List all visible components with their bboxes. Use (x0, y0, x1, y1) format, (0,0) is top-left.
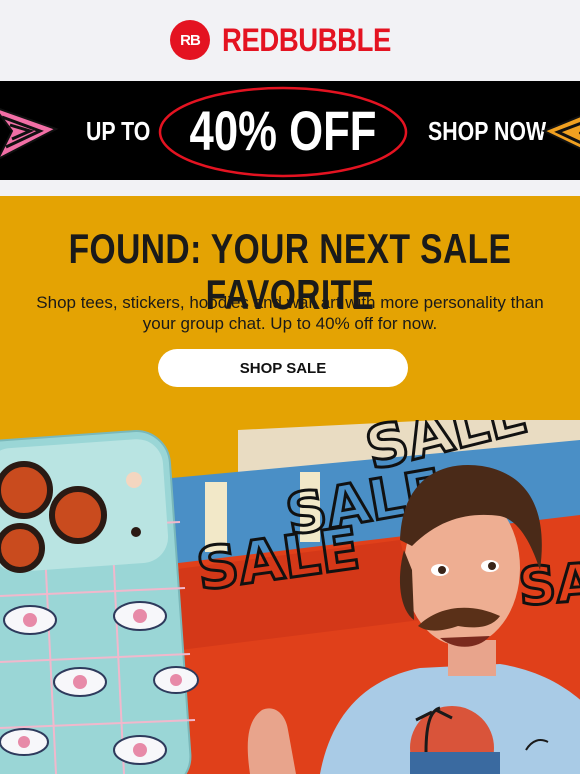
promo-prefix: UP TO (86, 116, 151, 146)
spacer (0, 180, 580, 196)
hero-section: FOUND: YOUR NEXT SALE FAVORITE Shop tees… (0, 196, 580, 774)
hero-subtext-line: your group chat. Up to 40% off for now. (142, 314, 438, 333)
sale-word: SALE (517, 548, 580, 618)
shop-now-link[interactable]: SHOP NOW (428, 115, 546, 147)
phone-case-image[interactable] (0, 429, 199, 774)
brand-name: REDBUBBLE (222, 22, 391, 58)
hero-subtext: Shop tees, stickers, hoodies and wall ar… (0, 292, 580, 334)
sale-artwork[interactable]: SALE SALE SALE SALE (0, 420, 580, 774)
arrow-graphic-icon (541, 115, 580, 150)
redbubble-logo[interactable]: RB REDBUBBLE (170, 20, 418, 60)
promo-discount: 40% OFF (189, 99, 377, 162)
logo-mark-icon: RB (170, 20, 210, 60)
hero-subtext-line: Shop tees, stickers, hoodies and wall ar… (36, 293, 544, 312)
arrow-graphic-icon (0, 108, 59, 160)
promo-banner[interactable]: UP TO 40% OFF SHOP NOW (0, 81, 580, 180)
shop-sale-button[interactable]: SHOP SALE (158, 349, 408, 387)
email-header: RB REDBUBBLE (0, 0, 580, 81)
